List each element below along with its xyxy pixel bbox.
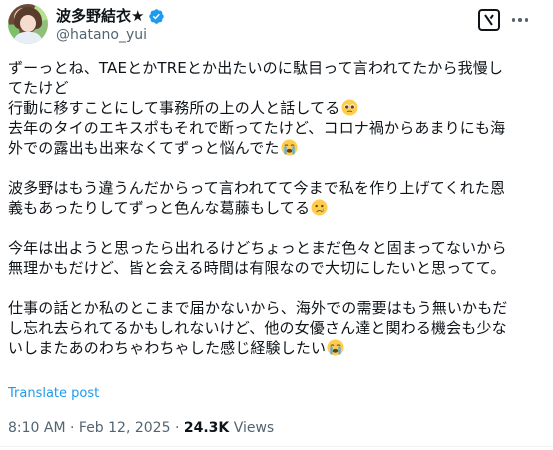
tweet-meta: 8:10 AM · Feb 12, 2025 · 24.3K Views — [8, 419, 274, 437]
pleading-face-icon — [341, 99, 358, 116]
divider — [0, 446, 553, 447]
tweet-line: ずーっとね、TAEとかTREとか出たいのに駄目って言われてたから我慢し — [8, 59, 504, 77]
translate-post-link[interactable]: Translate post — [8, 386, 99, 402]
loudly-crying-face-icon — [280, 139, 298, 156]
tweet-line: し忘れ去られてるかもしれないけど、他の女優さん達と関わる機会も少な — [8, 319, 507, 337]
views-count: 24.3K — [183, 420, 230, 436]
post-date[interactable]: Feb 12, 2025 — [79, 420, 171, 436]
tweet-paragraph: ずーっとね、TAEとかTREとか出たいのに駄目って言われてたから我慢し てたけど… — [8, 58, 538, 158]
author-handle[interactable]: @hatano_yui — [56, 26, 147, 44]
tweet-line: 仕事の話とか私のとこまで届かないから、海外での需要はもう無いかもだ — [8, 299, 508, 317]
tweet-line: 去年のタイのエキスポもそれで断ってたけど、コロナ禍からあまりにも海 — [8, 119, 506, 137]
crying-face-icon — [311, 199, 328, 216]
tweet-line: 無理かもだけど、皆と会える時間は有限なので大切にしたいと思ってて。 — [8, 259, 506, 277]
tweet-paragraph: 今年は出ようと思ったら出れるけどちょっとまだ色々と固まってないから 無理かもだけ… — [8, 238, 538, 278]
tweet-line: てたけど — [8, 79, 69, 97]
tweet-line: 外での露出も出来なくてずっと悩んでた — [8, 138, 538, 158]
avatar[interactable] — [8, 4, 48, 44]
tweet-paragraph: 仕事の話とか私のとこまで届かないから、海外での需要はもう無いかもだ し忘れ去られ… — [8, 298, 538, 358]
meta-separator: · — [70, 420, 75, 436]
author-name-row[interactable]: 波多野結衣★ — [56, 6, 165, 26]
tweet-line: 波多野はもう違うんだからって言われてて今まで私を作り上げてくれた恩 — [8, 179, 506, 197]
tweet-line: 義もあったりしてずっと色んな葛藤もしてる — [8, 198, 538, 218]
grok-icon[interactable] — [478, 9, 500, 31]
tweet-line: 今年は出ようと思ったら出れるけどちょっとまだ色々と固まってないから — [8, 239, 507, 257]
post-time[interactable]: 8:10 AM — [8, 420, 66, 436]
tweet-paragraph: 波多野はもう違うんだからって言われてて今まで私を作り上げてくれた恩 義もあったり… — [8, 178, 538, 218]
grok-glyph-icon — [484, 14, 494, 26]
loudly-crying-face-icon — [327, 339, 344, 356]
meta-separator: · — [174, 420, 180, 436]
verified-badge-icon — [149, 8, 165, 24]
display-name[interactable]: 波多野結衣★ — [56, 6, 144, 26]
tweet-line: 行動に移すことにして事務所の上の人と話してる — [8, 98, 538, 118]
tweet-header: 波多野結衣★ @hatano_yui — [0, 0, 553, 48]
tweet-line: いしまたあのわちゃわちゃした感じ経験したい — [8, 338, 538, 358]
tweet-text: ずーっとね、TAEとかTREとか出たいのに駄目って言われてたから我慢し てたけど… — [8, 58, 538, 358]
more-options-icon[interactable] — [508, 10, 532, 30]
views-label: Views — [233, 420, 275, 436]
